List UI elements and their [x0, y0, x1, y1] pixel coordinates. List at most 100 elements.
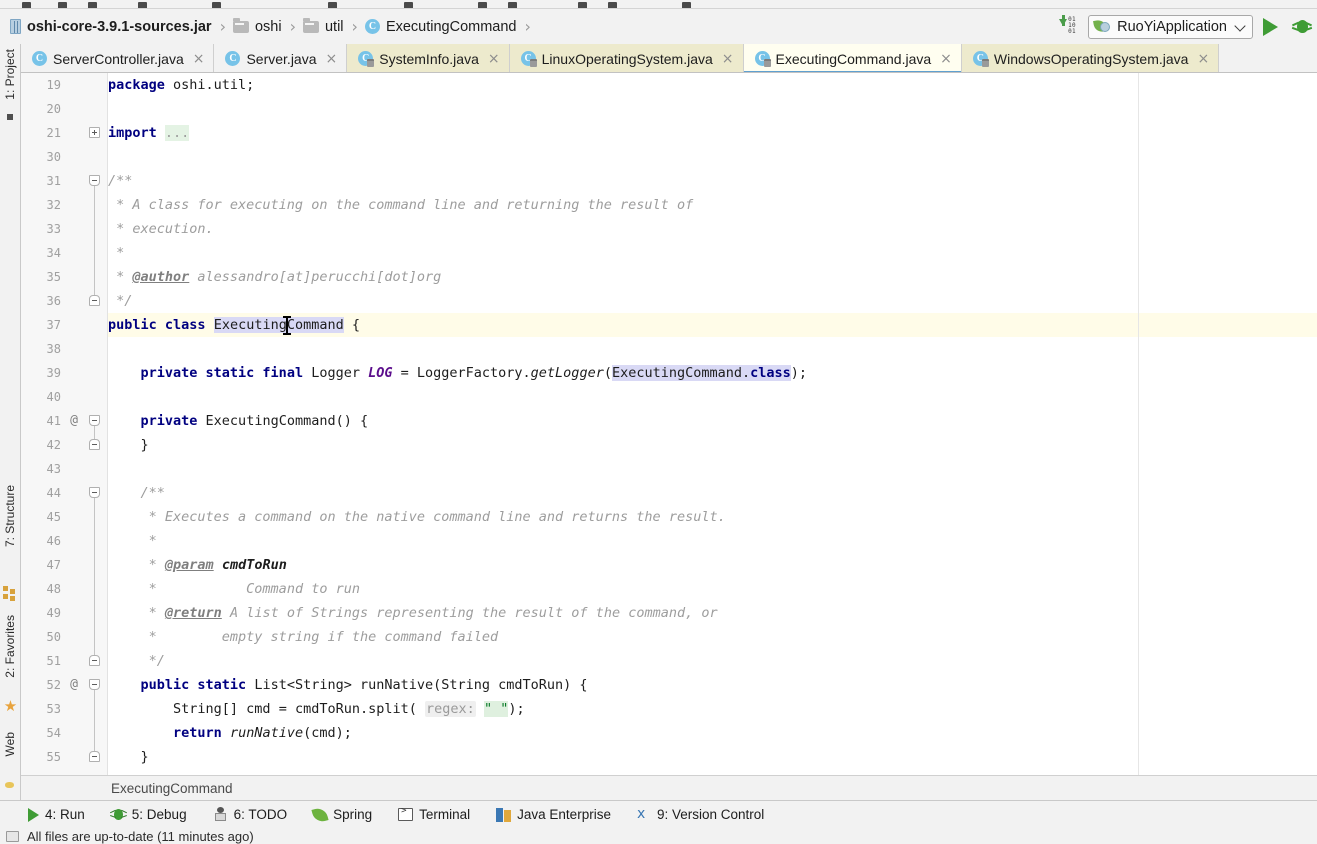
sidebar-label-structure: 7: Structure — [3, 485, 17, 548]
override-marker[interactable]: @ — [63, 673, 85, 697]
tab-label: Server.java — [246, 50, 317, 67]
spring-boot-icon — [1093, 19, 1111, 34]
breadcrumb-item-jar[interactable]: oshi-core-3.9.1-sources.jar — [10, 9, 212, 44]
breadcrumb-item-util[interactable]: util — [302, 9, 344, 44]
tab-linux-operating-system[interactable]: C LinuxOperatingSystem.java × — [509, 44, 744, 72]
close-icon[interactable]: × — [193, 52, 205, 66]
close-icon[interactable]: × — [940, 52, 952, 66]
code-comment: * Command to run — [140, 581, 360, 597]
sidebar-item-project[interactable]: 1: Project — [0, 46, 20, 103]
code-keyword: package — [108, 77, 165, 93]
editor-gutter[interactable]: 19 20 21 30 31 32 33 34 35 36 37 38 39 4… — [21, 73, 108, 775]
tool-window-spring[interactable]: Spring — [311, 805, 373, 824]
editor-breadcrumb[interactable]: ExecutingCommand — [21, 775, 1317, 800]
fold-end-icon-runnative[interactable] — [89, 751, 100, 762]
breadcrumb-separator: › — [524, 17, 531, 36]
toolbar-icon-9[interactable] — [508, 2, 517, 8]
code-line-21: import ... — [108, 121, 190, 145]
fold-end-icon-constructor[interactable] — [89, 439, 100, 450]
code-comment: * — [140, 605, 165, 621]
line-number: 37 — [46, 318, 61, 332]
tool-window-todo[interactable]: 6: TODO — [213, 807, 287, 822]
toolbar-icon-1[interactable] — [22, 2, 31, 8]
fold-collapse-icon-runnative[interactable] — [89, 679, 100, 690]
tab-system-info[interactable]: C SystemInfo.java × — [347, 44, 510, 72]
code-comment: * — [140, 533, 157, 549]
line-number: 38 — [46, 342, 61, 356]
toolbar-icon-7[interactable] — [404, 2, 413, 8]
tab-bar-filler — [1219, 44, 1317, 72]
breadcrumb-item-oshi[interactable]: oshi — [232, 9, 282, 44]
fold-end-icon-javadoc-class[interactable] — [89, 295, 100, 306]
run-icon[interactable] — [1263, 17, 1278, 36]
download-sources-icon[interactable]: 01 10 01 — [1056, 14, 1082, 38]
code-comment: * empty string if the command failed — [140, 629, 499, 645]
tool-window-run[interactable]: 4: Run — [28, 807, 85, 822]
toolbar-icon-10[interactable] — [578, 2, 587, 8]
code-line-53: String[] cmd = cmdToRun.split( regex: " … — [108, 697, 525, 721]
code-editor[interactable]: 19 20 21 30 31 32 33 34 35 36 37 38 39 4… — [21, 73, 1317, 775]
code-text: String[] cmd = cmdToRun.split( — [173, 701, 417, 717]
breadcrumb-item-class[interactable]: C ExecutingCommand — [364, 9, 517, 44]
folder-icon — [232, 18, 249, 33]
close-icon[interactable]: × — [326, 52, 338, 66]
fold-collapse-icon-constructor[interactable] — [89, 415, 100, 426]
code-comment: A list of Strings representing the resul… — [221, 605, 718, 621]
tab-label: SystemInfo.java — [379, 50, 479, 67]
toolbar-icon-3[interactable] — [88, 2, 97, 8]
tab-server[interactable]: C Server.java × — [214, 44, 348, 72]
toolbar-icon-2[interactable] — [58, 2, 67, 8]
run-configuration-selector[interactable]: RuoYiApplication — [1088, 14, 1253, 39]
java-class-icon: C — [225, 51, 241, 66]
line-number: 54 — [46, 726, 61, 740]
sidebar-item-structure[interactable]: 7: Structure — [0, 482, 20, 550]
sidebar-item-favorites[interactable]: 2: Favorites — [0, 612, 20, 681]
toolbar-icon-12[interactable] — [682, 2, 691, 8]
status-message: All files are up-to-date (11 minutes ago… — [27, 828, 254, 844]
code-line-50: * empty string if the command failed — [108, 625, 499, 649]
toolbar-icon-4[interactable] — [138, 2, 147, 8]
close-icon[interactable]: × — [1197, 52, 1209, 66]
code-keyword: import — [108, 125, 157, 141]
folded-imports[interactable]: ... — [164, 125, 190, 141]
run-icon — [28, 807, 39, 822]
tool-window-debug[interactable]: 5: Debug — [109, 807, 187, 822]
selected-identifier: ExecutingCommand — [213, 317, 344, 333]
debug-icon[interactable] — [1291, 18, 1313, 35]
vcs-status-icon[interactable] — [6, 830, 19, 842]
close-icon[interactable]: × — [722, 52, 734, 66]
line-number: 40 — [46, 390, 61, 404]
line-number: 30 — [46, 150, 61, 164]
tool-window-label: Spring — [333, 807, 373, 822]
tab-windows-operating-system[interactable]: C WindowsOperatingSystem.java × — [961, 44, 1220, 72]
fold-end-icon-javadoc-method[interactable] — [89, 655, 100, 666]
tool-window-label: Terminal — [419, 807, 471, 822]
code-text-area[interactable]: package oshi.util; import ... /** * A cl… — [108, 73, 1317, 775]
code-line-31: /** — [108, 173, 133, 189]
java-class-library-icon: C — [520, 51, 537, 67]
toolbar-icon-11[interactable] — [608, 2, 617, 8]
override-marker[interactable]: @ — [63, 409, 85, 433]
close-icon[interactable]: × — [488, 52, 500, 66]
fold-collapse-icon-javadoc-class[interactable] — [89, 175, 100, 186]
toolbar-icon-5[interactable] — [212, 2, 221, 8]
tool-window-java-enterprise[interactable]: Java Enterprise — [496, 807, 611, 822]
favorites-star-icon[interactable]: ★ — [3, 699, 18, 714]
fold-expand-icon-import[interactable] — [89, 127, 100, 138]
code-text: ExecutingCommand() { — [197, 413, 369, 429]
tab-server-controller[interactable]: C ServerController.java × — [21, 44, 215, 72]
code-line-34: * — [108, 245, 125, 261]
breadcrumb-label-jar: oshi-core-3.9.1-sources.jar — [27, 18, 212, 35]
code-keyword: public class — [108, 317, 206, 333]
toolbar-icon-8[interactable] — [478, 2, 487, 8]
fold-collapse-icon-javadoc-method[interactable] — [89, 487, 100, 498]
tab-executing-command[interactable]: C ExecutingCommand.java × — [743, 44, 962, 72]
code-text: List<String> runNative(String cmdToRun) … — [246, 677, 588, 693]
code-line-39: private static final Logger LOG = Logger… — [108, 361, 807, 385]
tool-window-version-control[interactable]: x 9: Version Control — [637, 807, 764, 823]
breadcrumb-separator: › — [219, 17, 226, 36]
toolbar-icon-6[interactable] — [328, 2, 337, 8]
code-line-55: } — [108, 745, 149, 769]
tool-window-terminal[interactable]: Terminal — [398, 806, 471, 822]
sidebar-item-web[interactable]: Web — [0, 729, 20, 759]
